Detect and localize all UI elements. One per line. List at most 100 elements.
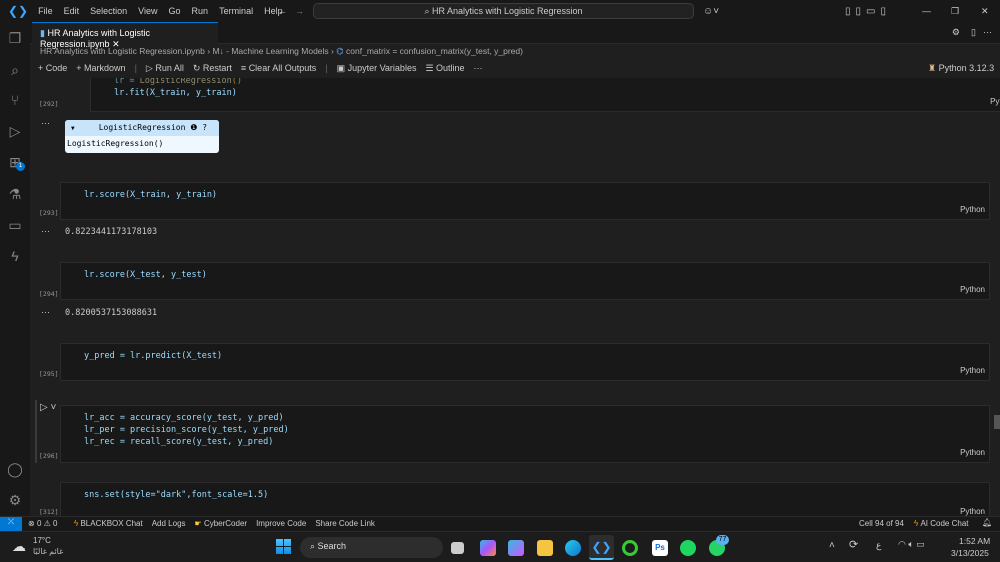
cell-language[interactable]: Python — [960, 204, 985, 216]
tray-overflow-icon[interactable]: ˄ — [829, 540, 835, 551]
code-cell[interactable]: lr.score(X_test, y_test) Python — [60, 262, 990, 300]
menu-view[interactable]: View — [138, 6, 157, 16]
run-debug-icon[interactable]: ▷ — [7, 123, 23, 139]
menu-edit[interactable]: Edit — [64, 6, 80, 16]
menu-go[interactable]: Go — [169, 6, 181, 16]
code-line: lr_acc = accuracy_score(y_test, y_pred) — [84, 413, 284, 423]
clock-time[interactable]: 1:52 AM — [959, 536, 990, 546]
settings-gear-icon[interactable]: ⚙ — [7, 492, 23, 508]
explorer-icon[interactable]: ❐ — [7, 30, 23, 46]
remote-button[interactable]: ⤫ — [0, 517, 22, 531]
menu-run[interactable]: Run — [192, 6, 209, 16]
output-more-icon[interactable]: ··· — [41, 118, 50, 128]
sync-icon[interactable]: ⟳ — [849, 538, 858, 551]
vscode-taskbar-icon[interactable]: ❮❯ — [589, 535, 614, 560]
scrollbar-thumb[interactable] — [994, 415, 1000, 429]
breadcrumb-symbol[interactable]: conf_matrix = confusion_matrix(y_test, y… — [346, 46, 523, 56]
problems-button[interactable]: ⊗ 0 ⚠ 0 — [28, 519, 57, 528]
code-line: lr.fit(X_train, y_train) — [114, 88, 237, 98]
search-icon[interactable]: ⌕ — [7, 62, 23, 78]
breadcrumb: HR Analytics with Logistic Regression.ip… — [40, 46, 523, 56]
layout-icons[interactable]: ▯▯▭▯ — [845, 6, 891, 17]
copilot-icon[interactable]: ☺˅ — [703, 6, 719, 17]
copilot-app-icon[interactable] — [480, 540, 496, 556]
testing-icon[interactable]: ⚗ — [7, 186, 23, 202]
account-icon[interactable]: ◯ — [7, 461, 23, 477]
blackbox-chat[interactable]: ϟ BLACKBOX Chat — [74, 519, 143, 528]
spotify-icon[interactable] — [680, 540, 696, 556]
clear-outputs-button[interactable]: ≡ Clear All Outputs — [241, 63, 316, 74]
add-code-button[interactable]: + Code — [38, 63, 67, 74]
forward-icon[interactable]: → — [295, 6, 304, 16]
variables-label: Jupyter Variables — [347, 63, 417, 73]
code-cell[interactable]: sns.set(style="dark",font_scale=1.5) Pyth… — [60, 482, 990, 516]
restart-button[interactable]: ↻ Restart — [193, 63, 232, 74]
cell-language[interactable]: Python — [960, 284, 985, 296]
cybercoder[interactable]: ☛ CyberCoder — [195, 519, 248, 528]
task-view-icon[interactable] — [451, 542, 464, 554]
code-cell[interactable]: y_pred = lr.predict(X_test) Python — [60, 343, 990, 381]
code-cell[interactable]: lr_acc = accuracy_score(y_test, y_pred) … — [60, 405, 990, 463]
back-icon[interactable]: ← — [278, 6, 287, 16]
minimize-icon[interactable]: — — [922, 6, 931, 16]
notifications-icon[interactable]: 🔔︎ — [982, 518, 992, 527]
code-line: lr_per = precision_score(y_test, y_pred) — [84, 425, 289, 435]
cell-indicator[interactable]: Cell 94 of 94 — [859, 519, 904, 528]
run-cell-icon[interactable]: ▷ ˅ — [40, 402, 56, 413]
copilot-pro-icon[interactable] — [508, 540, 524, 556]
edge-icon[interactable] — [565, 540, 581, 556]
more-actions-icon[interactable]: ··· — [983, 27, 992, 37]
collapse-icon[interactable]: ▼ — [71, 125, 75, 132]
kernel-label: Python 3.12.3 — [938, 63, 995, 73]
gear-icon[interactable]: ⚙ — [952, 27, 960, 38]
breadcrumb-section[interactable]: M↓ - Machine Learning Models — [212, 46, 328, 56]
input-language[interactable]: ع — [876, 540, 881, 551]
tab-bar: ▮ HR Analytics with Logistic Regression.… — [30, 22, 1000, 49]
ai-code-chat[interactable]: ϟ AI Code Chat — [914, 519, 969, 528]
add-logs[interactable]: Add Logs — [152, 519, 186, 528]
add-markdown-button[interactable]: + Markdown — [76, 63, 125, 74]
menu-file[interactable]: File — [38, 6, 53, 16]
split-editor-icon[interactable]: ▯ — [971, 27, 976, 38]
vscode-logo-icon: ❮❯ — [8, 4, 29, 18]
improve-code[interactable]: Improve Code — [256, 519, 306, 528]
more-button[interactable]: ··· — [474, 63, 483, 74]
help-icon[interactable]: ? — [202, 123, 207, 132]
jupyter-variables-button[interactable]: ▣ Jupyter Variables — [337, 63, 417, 74]
windows-start-icon[interactable] — [276, 539, 291, 554]
cell-language[interactable]: Python — [960, 447, 985, 459]
network-volume-battery-icons[interactable]: ◠ 🔈︎ ▭ — [898, 539, 925, 550]
share-code-link[interactable]: Share Code Link — [315, 519, 375, 528]
code-cell[interactable]: lr.score(X_train, y_train) Python — [60, 182, 990, 220]
extensions-icon[interactable]: ⊞ 1 — [7, 154, 25, 171]
chat-icon[interactable]: ▭ — [7, 217, 23, 233]
outline-button[interactable]: ☰ Outline — [425, 63, 464, 74]
estimator-widget[interactable]: ▼ LogisticRegression ❶ ? LogisticRegress… — [65, 120, 219, 153]
tab-notebook[interactable]: ▮ HR Analytics with Logistic Regression.… — [32, 22, 218, 49]
cell-language[interactable]: Python — [990, 96, 1000, 108]
photoshop-icon[interactable]: Ps — [652, 540, 668, 556]
cell-focus-bar — [35, 400, 37, 463]
close-icon[interactable]: ✕ — [981, 6, 989, 17]
info-icon[interactable]: ❶ — [190, 123, 197, 132]
menu-terminal[interactable]: Terminal — [219, 6, 253, 16]
code-cell[interactable]: lr = LogisticRegression() lr.fit(X_train… — [90, 78, 1000, 112]
source-control-icon[interactable]: ⑂ — [7, 92, 23, 108]
run-all-button[interactable]: ▷ Run All — [146, 63, 184, 74]
command-center-search[interactable]: ⌕ HR Analytics with Logistic Regression — [313, 3, 694, 19]
kernel-picker[interactable]: ♜ Python 3.12.3 — [928, 63, 994, 74]
restore-icon[interactable]: ❐ — [951, 6, 959, 17]
breadcrumb-file[interactable]: HR Analytics with Logistic Regression.ip… — [40, 46, 205, 56]
code-line: lr.score(X_test, y_test) — [84, 270, 207, 280]
clock-date[interactable]: 3/13/2025 — [951, 548, 989, 558]
output-more-icon[interactable]: ··· — [41, 226, 50, 236]
taskbar-search[interactable]: ⌕ Search — [300, 537, 443, 558]
cell-language[interactable]: Python — [960, 506, 985, 516]
menu-selection[interactable]: Selection — [90, 6, 127, 16]
app-loader-icon[interactable] — [622, 540, 638, 556]
file-explorer-icon[interactable] — [537, 540, 553, 556]
clear-label: Clear All Outputs — [248, 63, 317, 73]
blackbox-icon[interactable]: ϟ — [7, 248, 23, 264]
cell-language[interactable]: Python — [960, 365, 985, 377]
output-more-icon[interactable]: ··· — [41, 307, 50, 317]
